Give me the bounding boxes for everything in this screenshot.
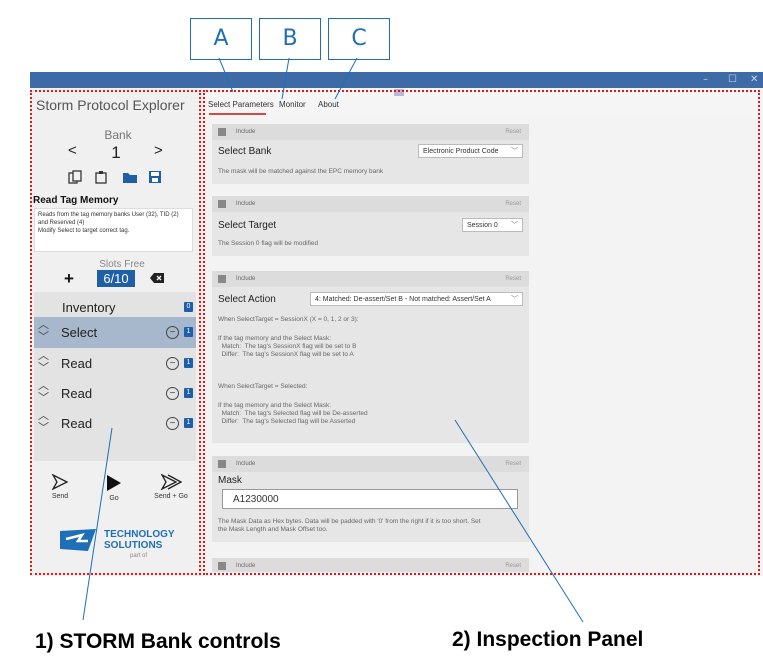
- annotation-lines: [82, 57, 584, 623]
- inspection-panel-caption: 2) Inspection Panel: [452, 628, 644, 651]
- line-inspection-panel: [454, 419, 584, 623]
- line-b: [281, 57, 290, 100]
- line-a: [218, 57, 234, 93]
- line-c: [334, 57, 358, 100]
- line-bank-controls: [82, 427, 113, 621]
- bank-controls-caption: 1) STORM Bank controls: [35, 630, 281, 653]
